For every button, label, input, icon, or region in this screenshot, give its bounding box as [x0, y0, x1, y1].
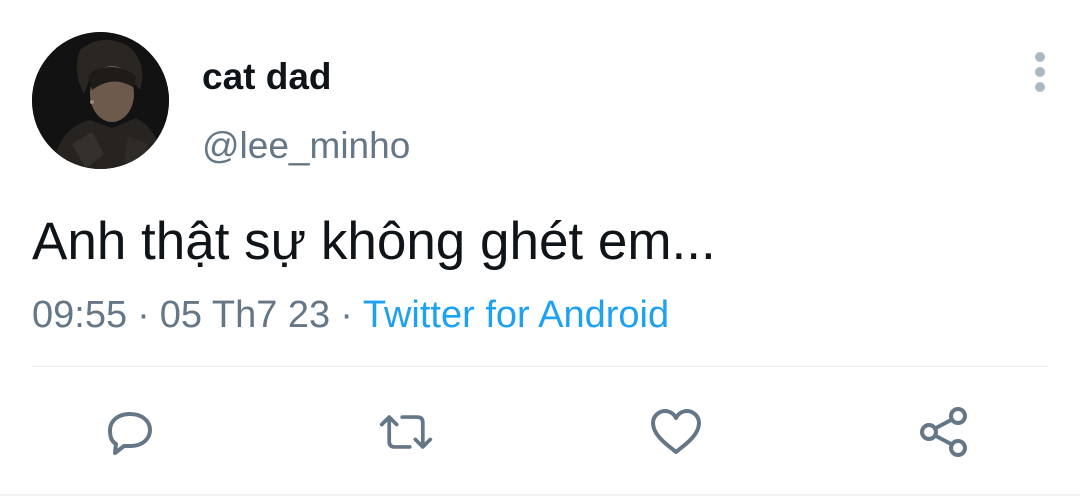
avatar[interactable] [32, 32, 169, 169]
tweet-detail: cat dad @lee_minho Anh thật sự không ghé… [0, 0, 1080, 496]
more-vertical-icon-dot [1035, 67, 1045, 77]
reply-button[interactable] [102, 404, 158, 460]
like-button[interactable] [648, 404, 704, 460]
share-button[interactable] [916, 404, 972, 460]
reply-icon [108, 412, 152, 455]
tweet-meta: 09:55 · 05 Th7 23 · Twitter for Android [32, 292, 669, 338]
more-options-button[interactable] [1022, 48, 1058, 96]
more-vertical-icon [1035, 52, 1045, 62]
user-handle[interactable]: @lee_minho [202, 124, 410, 168]
tweet-time: 09:55 [32, 294, 128, 336]
meta-separator: · [340, 294, 353, 336]
avatar-photo [32, 32, 169, 169]
heart-icon [651, 409, 701, 454]
share-icon [920, 407, 967, 457]
more-vertical-icon-dot [1035, 82, 1045, 92]
display-name[interactable]: cat dad [202, 55, 332, 99]
divider [32, 366, 1048, 367]
tweet-text: Anh thật sự không ghét em... [32, 212, 716, 271]
retweet-icon [379, 415, 433, 449]
tweet-date: 05 Th7 23 [159, 294, 331, 336]
retweet-button[interactable] [378, 404, 434, 460]
tweet-source-link[interactable]: Twitter for Android [363, 294, 669, 336]
meta-separator: · [137, 294, 150, 336]
